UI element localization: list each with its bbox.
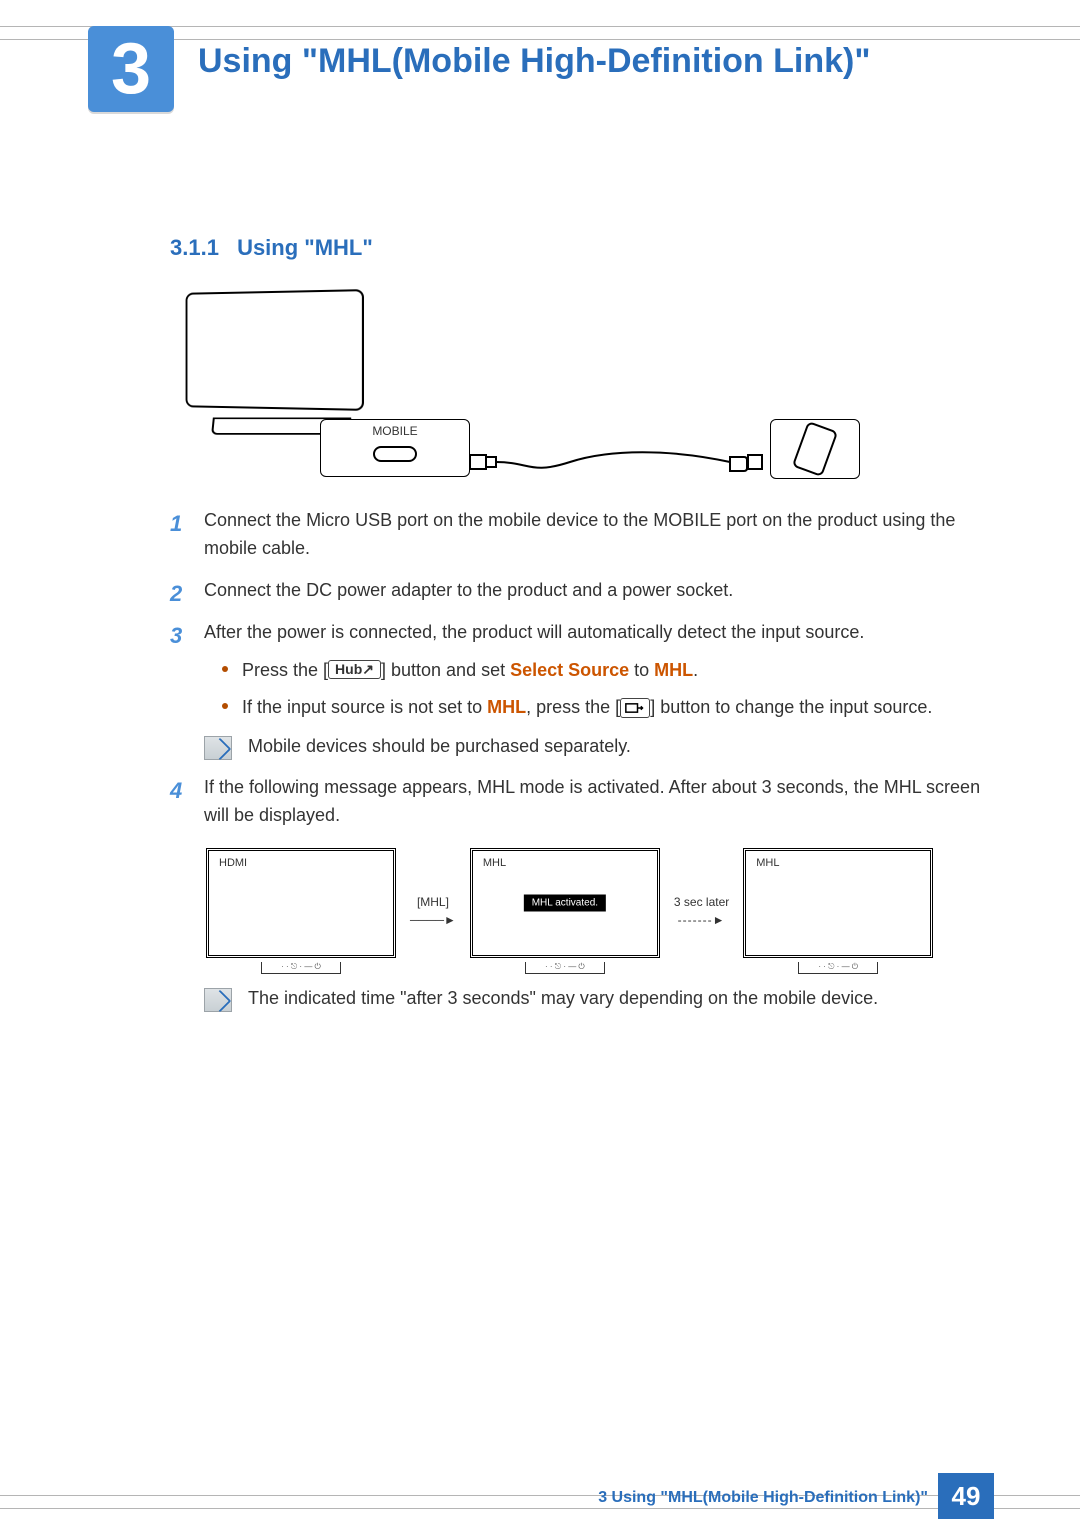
step-2: 2 Connect the DC power adapter to the pr… [200,577,990,605]
connection-diagram: MOBILE [170,291,870,481]
cable-icon [470,447,770,477]
step-number: 1 [170,507,182,541]
section-heading: 3.1.1 Using "MHL" [170,235,990,261]
screen-mhl-final: MHL [743,848,933,974]
screen-mhl-activated: MHL MHL activated. [470,848,660,974]
step-text: After the power is connected, the produc… [204,622,864,642]
screen-message: MHL activated. [524,895,606,912]
arrow-label: 3 sec later [674,895,729,909]
sub-item: If the input source is not set to MHL, p… [222,694,990,722]
port-label-box: MOBILE [320,419,470,477]
step-number: 3 [170,619,182,653]
step-3-subitems: Press the [Hub↗] button and set Select S… [204,657,990,723]
screen-label: MHL [483,857,506,869]
keyword-mhl: MHL [654,660,693,680]
note-text: The indicated time "after 3 seconds" may… [248,988,878,1009]
steps-list-continued: 4 If the following message appears, MHL … [170,774,990,830]
arrow-label: [MHL] [417,895,449,909]
note-icon [204,988,232,1012]
sub-item: Press the [Hub↗] button and set Select S… [222,657,990,685]
screen-hdmi: HDMI [206,848,396,974]
phone-icon [792,421,838,477]
monitor-icon [182,291,382,436]
footer-page-number: 49 [938,1473,994,1519]
step-text: If the following message appears, MHL mo… [204,777,980,825]
step-text: Connect the DC power adapter to the prod… [204,580,733,600]
screens-diagram: HDMI [MHL] ────► MHL MHL activated. 3 se… [206,848,990,974]
port-label: MOBILE [329,424,461,438]
step-number: 2 [170,577,182,611]
step-4: 4 If the following message appears, MHL … [200,774,990,830]
screen-label: MHL [756,857,779,869]
chapter-title: Using "MHL(Mobile High-Definition Link)" [198,42,870,81]
page-content: 3.1.1 Using "MHL" MOBILE 1 [170,235,990,1032]
section-number: 3.1.1 [170,235,219,260]
phone-box [770,419,860,479]
step-1: 1 Connect the Micro USB port on the mobi… [200,507,990,563]
note-separate-purchase: Mobile devices should be purchased separ… [204,736,990,760]
screen-label: HDMI [219,857,247,869]
note-icon [204,736,232,760]
source-button-icon [620,698,650,718]
keyword-mhl: MHL [487,697,526,717]
hub-button-icon: Hub↗ [328,660,381,679]
port-plug-icon [373,446,417,462]
keyword-select-source: Select Source [510,660,629,680]
footer-chapter-title: 3 Using "MHL(Mobile High-Definition Link… [598,1489,928,1507]
arrow-3sec: 3 sec later -------► [674,895,729,927]
note-timing: The indicated time "after 3 seconds" may… [204,988,990,1012]
note-text: Mobile devices should be purchased separ… [248,736,631,757]
chapter-number-badge: 3 [88,26,174,112]
step-text: Connect the Micro USB port on the mobile… [204,510,955,558]
step-3: 3 After the power is connected, the prod… [200,619,990,723]
step-number: 4 [170,774,182,808]
arrow-mhl: [MHL] ────► [410,895,456,927]
section-title: Using "MHL" [237,235,373,260]
steps-list: 1 Connect the Micro USB port on the mobi… [170,507,990,722]
